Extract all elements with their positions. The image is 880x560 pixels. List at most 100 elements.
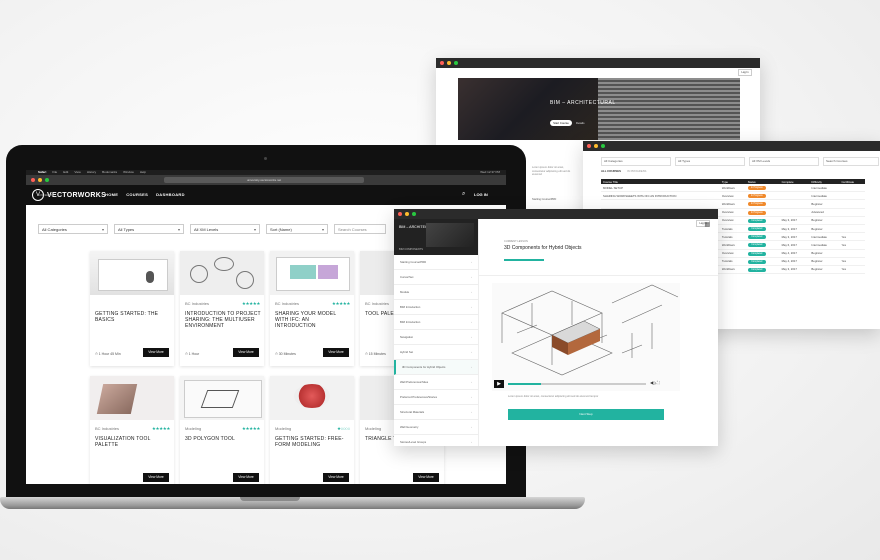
lesson-item[interactable]: Wall Preferences/Sites	[394, 375, 478, 390]
type-filter[interactable]: All Types	[675, 157, 745, 166]
status-cell: Completed	[745, 224, 780, 234]
category-select[interactable]: All Categories	[38, 224, 108, 235]
minimize-dot[interactable]	[594, 144, 598, 148]
close-dot[interactable]	[587, 144, 591, 148]
nav-courses[interactable]: COURSES	[126, 192, 148, 197]
star-rating: ★★★★★	[151, 426, 170, 431]
view-more-button[interactable]: View More	[143, 473, 169, 482]
table-cell: Workflows	[719, 240, 746, 250]
course-nav-item[interactable]: Starting Course/PRD	[532, 198, 556, 201]
table-cell	[839, 184, 865, 193]
maximize-dot[interactable]	[412, 212, 416, 216]
table-cell: May 6, 2017	[779, 240, 810, 250]
course-card[interactable]: Modeling ★○○○○ GETTING STARTED: FREE-FOR…	[270, 376, 354, 484]
tab-all-courses[interactable]: ALL COURSES	[601, 169, 621, 173]
lesson-item[interactable]: Preferred Preferences/Stories	[394, 390, 478, 405]
level-select[interactable]: All XM Levels	[190, 224, 260, 235]
maximize-dot[interactable]	[601, 144, 605, 148]
type-select[interactable]: All Types	[114, 224, 184, 235]
view-more-button[interactable]: View More	[233, 473, 259, 482]
course-blurb: Lorem ipsum dolor sit amet, consectetur …	[532, 166, 571, 177]
table-cell: Yes	[839, 240, 865, 250]
close-dot[interactable]	[440, 61, 444, 65]
minimize-dot[interactable]	[447, 61, 451, 65]
course-thumbnail	[270, 251, 354, 295]
view-more-button[interactable]: View More	[413, 473, 439, 482]
course-title: GETTING STARTED: THE BASICS	[95, 311, 159, 323]
video-controls: ▶ ◀)) ⛶	[492, 379, 680, 389]
course-search-input[interactable]: Search Courses	[334, 224, 386, 234]
lesson-list: Starting Course/PRDCursor/SetModuleBIM I…	[394, 255, 478, 446]
status-badge: Completed	[747, 259, 766, 264]
details-link[interactable]: Details	[576, 121, 585, 125]
lesson-item[interactable]: BIM Introduction	[394, 315, 478, 330]
table-cell: Intermediate	[809, 240, 840, 250]
course-card[interactable]: GETTING STARTED: THE BASICS ⏱ 1 Hour 45 …	[90, 251, 174, 366]
lesson-item[interactable]: Structural Materials	[394, 405, 478, 420]
lesson-item[interactable]: Starting Course/PRD	[394, 255, 478, 270]
course-card[interactable]: BC Industries ★★★★★ INTRODUCTION TO PROJ…	[180, 251, 264, 366]
login-link[interactable]: LOG IN	[474, 192, 488, 197]
lesson-item[interactable]: Cursor/Set	[394, 270, 478, 285]
start-course-button[interactable]: Start Course	[550, 120, 572, 126]
status-badge: Completed	[747, 267, 766, 272]
login-button[interactable]: Log In	[738, 69, 752, 76]
search-input[interactable]: Search Courses	[823, 157, 879, 166]
status-badge: Completed	[747, 218, 766, 223]
table-cell: May 3, 2017	[779, 265, 810, 275]
view-more-button[interactable]: View More	[323, 473, 349, 482]
minimize-dot[interactable]	[38, 178, 42, 182]
lesson-item[interactable]: Module	[394, 285, 478, 300]
lesson-item[interactable]: Wall Geometry	[394, 420, 478, 435]
next-step-button[interactable]: Next Step	[508, 409, 664, 420]
status-cell: In Progress	[745, 184, 780, 193]
table-cell: MODEL SETUP	[601, 184, 720, 193]
table-cell: Beginner	[809, 257, 840, 266]
lesson-item[interactable]: Hybrid Set	[394, 345, 478, 360]
volume-icon[interactable]: ◀)) ⛶	[650, 380, 660, 385]
course-duration: ⏱ 1 Hour 45 Min	[95, 352, 121, 356]
star-rating: ★★★★★	[331, 301, 350, 306]
video-player[interactable]	[492, 283, 680, 391]
maximize-dot[interactable]	[45, 178, 49, 182]
collapse-icon[interactable]: ▦	[704, 221, 710, 228]
course-filters: All Categories All Types All XM Levels S…	[38, 224, 386, 235]
lesson-item[interactable]: Navigation	[394, 330, 478, 345]
course-card[interactable]: BC Industries ★★★★★ VISUALIZATION TOOL P…	[90, 376, 174, 484]
course-card[interactable]: Modeling ★★★★★ 3D POLYGON TOOL View More	[180, 376, 264, 484]
lesson-item[interactable]: 3D Components for Hybrid Objects	[394, 360, 478, 375]
lesson-item[interactable]: BIM Introduction	[394, 300, 478, 315]
search-icon[interactable]: ⌕	[462, 191, 465, 198]
view-more-button[interactable]: View More	[233, 348, 259, 357]
nav-dashboard[interactable]: DASHBOARD	[156, 192, 185, 197]
course-card[interactable]: BC Industries ★★★★★ SHARING YOUR MODEL W…	[270, 251, 354, 366]
lesson-sidebar: BIM – ARCHITECTURAL BIM COMPONENTS Start…	[394, 219, 479, 446]
nav-home[interactable]: HOME	[105, 192, 118, 197]
table-row[interactable]: MODEL SETUP Workflows In Progress Intermedi…	[601, 184, 865, 193]
category-filter[interactable]: All Categories	[601, 157, 671, 166]
table-cell: SHARING WORKSHEETS WITH IFC AN INTRODUCT…	[601, 191, 720, 201]
play-icon[interactable]: ▶	[494, 380, 504, 388]
status-badge: Completed	[747, 251, 766, 256]
lesson-item[interactable]: Stories/Level Groups	[394, 435, 478, 446]
address-bar[interactable]: university.vectorworks.net	[164, 177, 364, 183]
video-scrubber[interactable]	[508, 383, 646, 385]
close-dot[interactable]	[31, 178, 35, 182]
status-cell: Completed	[745, 216, 780, 225]
course-hero: BIM – ARCHITECTURAL Start Course Details	[458, 78, 740, 140]
brand-subtitle: UNIVERSITY	[39, 194, 55, 197]
level-filter[interactable]: All XM Levels	[749, 157, 819, 166]
site-header: V VECTORWORKS UNIVERSITY HOME COURSES DA…	[26, 185, 506, 205]
table-row[interactable]: SHARING WORKSHEETS WITH IFC AN INTRODUCT…	[601, 191, 865, 201]
maximize-dot[interactable]	[454, 61, 458, 65]
sort-select[interactable]: Sort (Name)	[266, 224, 328, 235]
close-dot[interactable]	[398, 212, 402, 216]
view-more-button[interactable]: View More	[143, 348, 169, 357]
minimize-dot[interactable]	[405, 212, 409, 216]
table-row[interactable]: Workflows In Progress Beginner	[601, 199, 865, 209]
table-cell	[839, 224, 865, 234]
lesson-window: Log In BIM – ARCHITECTURAL BIM COMPONENT…	[394, 209, 718, 446]
view-more-button[interactable]: View More	[323, 348, 349, 357]
tab-in-progress[interactable]: IN PROGRESS	[627, 169, 646, 173]
table-cell: Overview	[719, 216, 746, 225]
